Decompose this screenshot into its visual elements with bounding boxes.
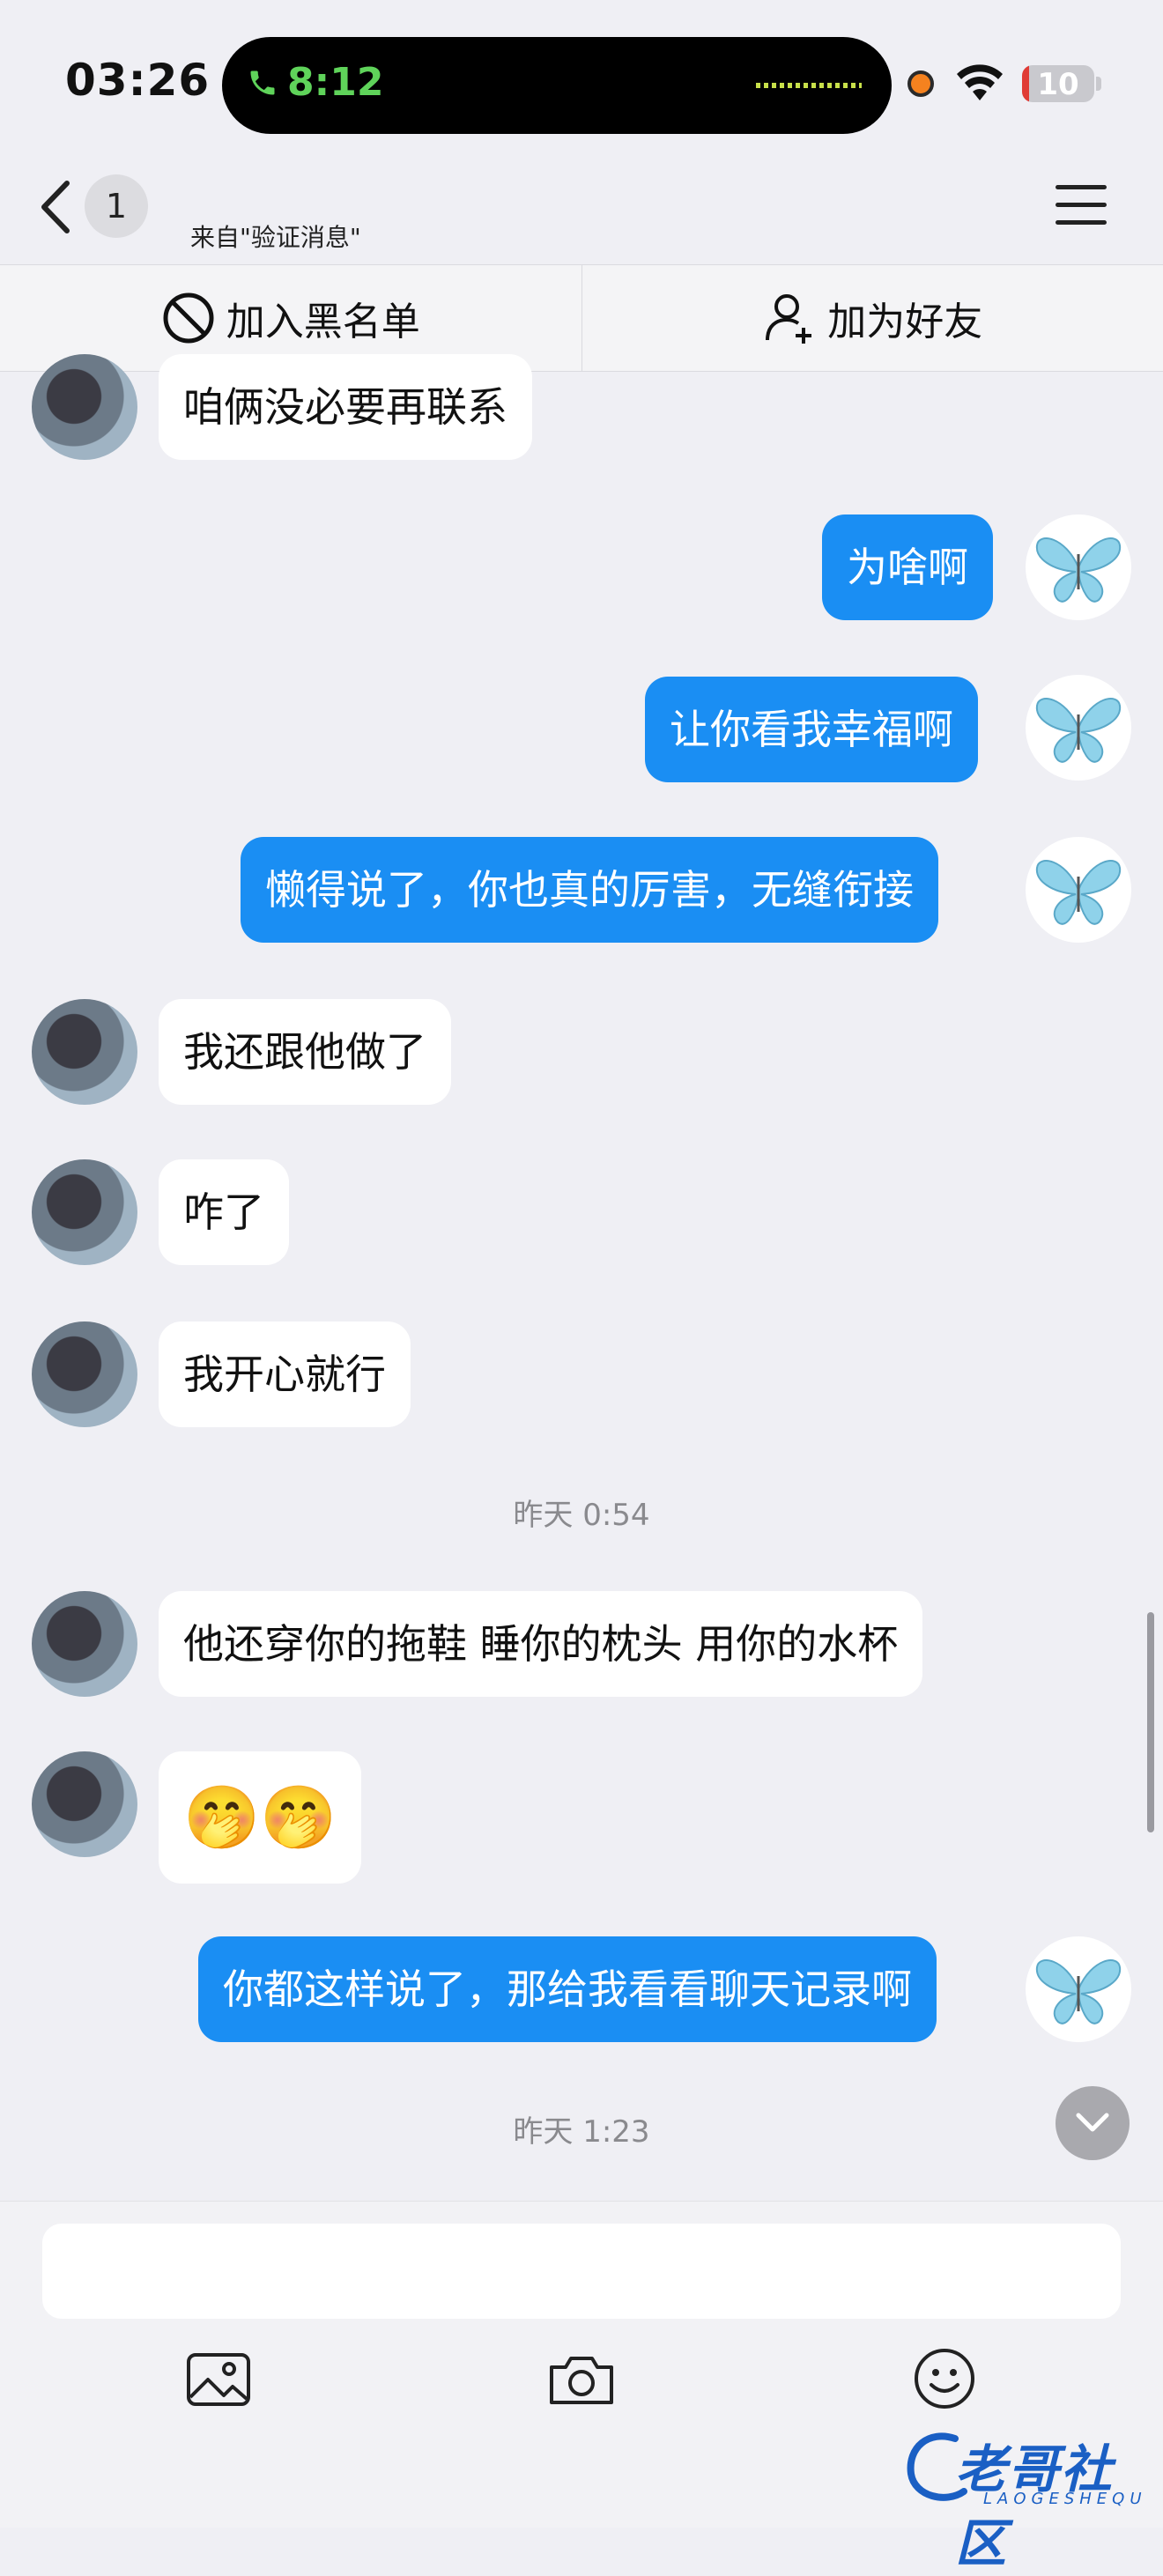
call-timer: 8:12 — [287, 60, 383, 105]
message-bubble-outgoing[interactable]: 让你看我幸福啊 — [645, 677, 978, 782]
message-bubble-outgoing[interactable]: 为啥啊 — [822, 514, 993, 620]
butterfly-icon — [1030, 841, 1127, 938]
call-indicator[interactable]: 8:12 — [247, 60, 383, 105]
scroll-to-bottom-button[interactable] — [1056, 2086, 1130, 2160]
watermark-subtext: LAOGESHEQU — [983, 2490, 1147, 2508]
contact-avatar[interactable] — [32, 1591, 137, 1697]
contact-avatar[interactable] — [32, 354, 137, 460]
dynamic-island[interactable]: 8:12 — [222, 37, 892, 134]
emoji-button[interactable] — [909, 2343, 980, 2414]
message-timestamp: 昨天 1:23 — [0, 2107, 1163, 2150]
scrollbar[interactable] — [1147, 1612, 1154, 1832]
self-avatar[interactable] — [1026, 514, 1131, 620]
unread-badge[interactable]: 1 — [85, 174, 148, 238]
status-time: 03:26 — [65, 55, 210, 106]
chat-subtitle: 来自"验证消息" — [190, 218, 361, 254]
butterfly-icon — [1030, 1941, 1127, 2038]
message-bubble-incoming[interactable]: 咱俩没必要再联系 — [159, 354, 532, 460]
camera-icon — [546, 2350, 617, 2408]
message-bubble-incoming[interactable]: 我开心就行 — [159, 1321, 411, 1427]
recording-indicator-icon — [907, 70, 934, 97]
contact-avatar[interactable] — [32, 1321, 137, 1427]
battery-icon: 10 — [1022, 65, 1094, 102]
message-bubble-incoming[interactable]: 他还穿你的拖鞋 睡你的枕头 用你的水杯 — [159, 1591, 922, 1697]
self-avatar[interactable] — [1026, 675, 1131, 781]
add-friend-button[interactable]: 加为好友 — [582, 265, 1163, 371]
battery-tip — [1096, 77, 1101, 91]
message-timestamp: 昨天 0:54 — [0, 1491, 1163, 1534]
menu-icon[interactable] — [1056, 185, 1107, 227]
image-icon — [185, 2350, 252, 2408]
message-bubble-incoming[interactable]: 咋了 — [159, 1159, 289, 1265]
blacklist-label: 加入黑名单 — [226, 290, 420, 346]
watermark-logo: 老哥社区 LAOGESHEQU — [902, 2421, 1156, 2518]
camera-button[interactable] — [546, 2343, 617, 2414]
butterfly-icon — [1030, 519, 1127, 616]
phone-icon — [247, 65, 278, 100]
battery-level: 10 — [1022, 67, 1094, 102]
emoji-icon — [912, 2346, 977, 2411]
back-chevron-icon[interactable] — [35, 176, 79, 238]
block-icon — [161, 291, 216, 345]
message-input[interactable] — [42, 2224, 1121, 2319]
self-avatar[interactable] — [1026, 1936, 1131, 2042]
message-bubble-outgoing[interactable]: 懒得说了，你也真的厉害，无缝衔接 — [241, 837, 938, 943]
add-user-icon — [762, 291, 817, 345]
message-bubble-outgoing[interactable]: 你都这样说了，那给我看看聊天记录啊 — [198, 1936, 937, 2042]
message-bubble-incoming[interactable]: 我还跟他做了 — [159, 999, 451, 1105]
image-button[interactable] — [183, 2343, 254, 2414]
butterfly-icon — [1030, 679, 1127, 776]
message-bubble-incoming[interactable]: 🤭🤭 — [159, 1751, 361, 1884]
self-avatar[interactable] — [1026, 837, 1131, 943]
contact-avatar[interactable] — [32, 999, 137, 1105]
chevron-down-icon — [1073, 2110, 1112, 2136]
status-bar: 03:26 8:12 10 — [0, 0, 1163, 167]
audio-wave — [756, 83, 862, 88]
wifi-icon — [953, 62, 1006, 102]
add-friend-label: 加为好友 — [827, 290, 982, 346]
contact-avatar[interactable] — [32, 1159, 137, 1265]
contact-avatar[interactable] — [32, 1751, 137, 1857]
